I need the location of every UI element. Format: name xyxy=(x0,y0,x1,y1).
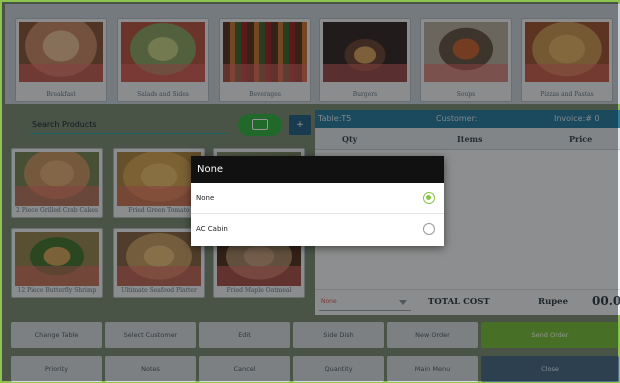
dialog-option-none[interactable]: None xyxy=(191,183,444,214)
fried-green-tomato-image xyxy=(117,152,201,206)
radio-selected-icon[interactable] xyxy=(423,192,435,204)
priority-button[interactable]: Priority xyxy=(11,356,102,382)
product-label: 2 Piece Grilled Crab Cakes xyxy=(16,207,98,214)
notes-button[interactable]: Notes xyxy=(105,356,196,382)
new-order-button[interactable]: New Order xyxy=(387,322,478,348)
edit-button[interactable]: Edit xyxy=(199,322,290,348)
crab-cakes-image xyxy=(15,152,99,206)
quantity-button[interactable]: Quantity xyxy=(293,356,384,382)
product-tile[interactable]: 2 Piece Grilled Crab Cakes xyxy=(11,148,103,218)
order-type-select[interactable]: None xyxy=(319,295,411,311)
total-amount: 00.00 xyxy=(592,294,620,308)
main-menu-button[interactable]: Main Menu xyxy=(387,356,478,382)
soup-bowl-image xyxy=(424,22,508,82)
butterfly-shrimp-image xyxy=(15,232,99,286)
burger-image xyxy=(323,22,407,82)
option-label: AC Cabin xyxy=(196,225,228,233)
category-breakfast[interactable]: Breakfast xyxy=(15,18,107,102)
breakfast-plate-image xyxy=(19,22,103,82)
radio-unselected-icon[interactable] xyxy=(423,223,435,235)
side-dish-button[interactable]: Side Dish xyxy=(293,322,384,348)
table-label[interactable]: Table:T5 xyxy=(318,114,351,123)
close-button[interactable]: Close xyxy=(481,356,619,382)
category-burgers[interactable]: Burgers xyxy=(319,18,411,102)
product-label: Fried Maple Oatmeal xyxy=(226,287,292,294)
order-type-value: None xyxy=(321,298,337,305)
category-label: Burgers xyxy=(352,91,378,98)
option-label: None xyxy=(196,194,215,202)
keyboard-button[interactable] xyxy=(238,114,282,136)
seafood-platter-image xyxy=(117,232,201,286)
category-label: Pizzas and Pastas xyxy=(540,91,594,98)
pizza-image xyxy=(525,22,609,82)
category-soups[interactable]: Soups xyxy=(420,18,512,102)
seating-dialog: None None AC Cabin xyxy=(191,156,444,246)
invoice-label: Invoice:# 0 xyxy=(554,114,600,123)
total-cost-label: TOTAL COST xyxy=(428,297,490,307)
order-column-headers: Qty Items Price xyxy=(315,128,620,150)
column-items: Items xyxy=(457,134,483,144)
order-footer: None TOTAL COST Rupee 00.00 xyxy=(315,289,620,315)
category-beverages[interactable]: Beverages xyxy=(219,18,311,102)
select-customer-button[interactable]: Select Customer xyxy=(105,322,196,348)
product-label: Ultimate Seafood Platter xyxy=(121,287,197,294)
cancel-button[interactable]: Cancel xyxy=(199,356,290,382)
category-label: Soups xyxy=(456,91,476,98)
add-product-button[interactable]: + xyxy=(289,115,311,135)
send-order-button[interactable]: Send Order xyxy=(481,322,619,348)
beverage-bottles-image xyxy=(223,22,307,82)
category-pizzas-and-pastas[interactable]: Pizzas and Pastas xyxy=(521,18,613,102)
dialog-option-ac-cabin[interactable]: AC Cabin xyxy=(191,214,444,245)
column-price: Price xyxy=(569,134,593,144)
dialog-title: None xyxy=(191,156,444,183)
category-strip: Breakfast Salads and Sides Beverages Bur… xyxy=(5,4,620,104)
search-products-input[interactable] xyxy=(30,116,230,134)
product-tile[interactable]: 12 Piece Butterfly Shrimp xyxy=(11,228,103,298)
keyboard-icon xyxy=(252,119,268,130)
salad-bowl-image xyxy=(121,22,205,82)
category-salads-and-sides[interactable]: Salads and Sides xyxy=(117,18,209,102)
category-label: Salads and Sides xyxy=(137,91,189,98)
category-label: Breakfast xyxy=(46,91,76,98)
order-info-bar: Table:T5 Customer: Invoice:# 0 xyxy=(315,110,620,128)
chevron-down-icon xyxy=(399,300,407,305)
product-label: 12 Piece Butterfly Shrimp xyxy=(17,287,97,294)
customer-label[interactable]: Customer: xyxy=(436,114,477,123)
category-label: Beverages xyxy=(249,91,281,98)
currency-label: Rupee xyxy=(538,297,569,307)
column-qty: Qty xyxy=(342,134,358,144)
change-table-button[interactable]: Change Table xyxy=(11,322,102,348)
